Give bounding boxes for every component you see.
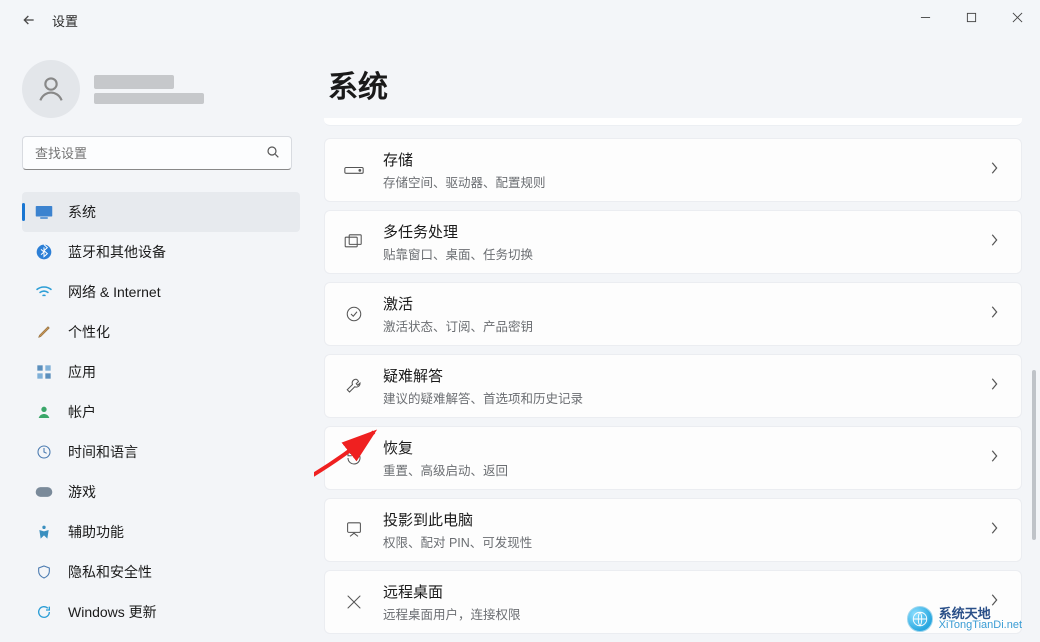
clock-globe-icon (34, 442, 54, 462)
card-subtitle: 远程桌面用户，连接权限 (383, 604, 989, 623)
card-subtitle: 建议的疑难解答、首选项和历史记录 (383, 388, 989, 407)
profile-name-redacted (94, 75, 204, 104)
sidebar-item-label: 系统 (68, 202, 96, 222)
brush-icon (34, 322, 54, 342)
scrollbar-track[interactable] (1030, 160, 1036, 628)
maximize-button[interactable] (948, 0, 994, 34)
card-title: 激活 (383, 293, 989, 314)
sidebar-item-bluetooth[interactable]: 蓝牙和其他设备 (22, 232, 300, 272)
sidebar-item-label: 帐户 (68, 402, 96, 422)
scrollbar-thumb[interactable] (1032, 370, 1036, 540)
system-item-storage[interactable]: 存储 存储空间、驱动器、配置规则 (324, 138, 1022, 202)
sidebar-item-apps[interactable]: 应用 (22, 352, 300, 392)
sidebar-item-network[interactable]: 网络 & Internet (22, 272, 300, 312)
close-button[interactable] (994, 0, 1040, 34)
system-item-activation[interactable]: 激活 激活状态、订阅、产品密钥 (324, 282, 1022, 346)
card-title: 多任务处理 (383, 221, 989, 242)
sidebar-item-accessibility[interactable]: 辅助功能 (22, 512, 300, 552)
sidebar-item-system[interactable]: 系统 (22, 192, 300, 232)
card-subtitle: 贴靠窗口、桌面、任务切换 (383, 244, 989, 263)
project-icon (343, 522, 365, 538)
nav-list: 系统 蓝牙和其他设备 网络 & Internet (22, 192, 300, 632)
sidebar-item-label: 时间和语言 (68, 442, 138, 462)
system-item-troubleshoot[interactable]: 疑难解答 建议的疑难解答、首选项和历史记录 (324, 354, 1022, 418)
apps-icon (34, 362, 54, 382)
sidebar-item-windows-update[interactable]: Windows 更新 (22, 592, 300, 632)
sidebar-item-label: 网络 & Internet (68, 282, 161, 302)
multitask-icon (343, 234, 365, 250)
update-icon (34, 602, 54, 622)
chevron-right-icon (989, 305, 999, 324)
sidebar-item-label: 个性化 (68, 322, 110, 342)
sidebar-item-privacy[interactable]: 隐私和安全性 (22, 552, 300, 592)
top-divider (324, 118, 1022, 126)
storage-icon (343, 164, 365, 176)
profile-block[interactable] (22, 60, 300, 118)
card-title: 恢复 (383, 437, 989, 458)
card-subtitle: 重置、高级启动、返回 (383, 460, 989, 479)
main-pane: 系统 存储 存储空间、驱动器、配置规则 多任务处理 贴靠窗口、桌面、任务 (314, 40, 1040, 642)
page-title: 系统 (324, 62, 1022, 106)
sidebar-item-time-language[interactable]: 时间和语言 (22, 432, 300, 472)
sidebar-item-gaming[interactable]: 游戏 (22, 472, 300, 512)
display-icon (34, 202, 54, 222)
accessibility-icon (34, 522, 54, 542)
back-button[interactable] (18, 9, 40, 31)
chevron-right-icon (989, 233, 999, 252)
system-item-project[interactable]: 投影到此电脑 权限、配对 PIN、可发现性 (324, 498, 1022, 562)
sidebar-item-label: 应用 (68, 362, 96, 382)
chevron-right-icon (989, 161, 999, 180)
system-item-multitasking[interactable]: 多任务处理 贴靠窗口、桌面、任务切换 (324, 210, 1022, 274)
person-icon (34, 402, 54, 422)
sidebar: 系统 蓝牙和其他设备 网络 & Internet (0, 40, 314, 642)
sidebar-item-label: 辅助功能 (68, 522, 124, 542)
avatar (22, 60, 80, 118)
wifi-icon (34, 282, 54, 302)
card-title: 存储 (383, 149, 989, 170)
shield-icon (34, 562, 54, 582)
activation-icon (343, 305, 365, 323)
title-bar: 设置 (0, 0, 1040, 40)
search-icon (265, 144, 281, 165)
sidebar-item-label: 游戏 (68, 482, 96, 502)
card-subtitle: 存储空间、驱动器、配置规则 (383, 172, 989, 191)
chevron-right-icon (989, 521, 999, 540)
card-subtitle: 激活状态、订阅、产品密钥 (383, 316, 989, 335)
system-item-recovery[interactable]: 恢复 重置、高级启动、返回 (324, 426, 1022, 490)
gaming-icon (34, 482, 54, 502)
search-input[interactable] (22, 136, 292, 170)
sidebar-item-accounts[interactable]: 帐户 (22, 392, 300, 432)
sidebar-item-label: Windows 更新 (68, 602, 157, 622)
sidebar-item-personalization[interactable]: 个性化 (22, 312, 300, 352)
card-title: 投影到此电脑 (383, 509, 989, 530)
bluetooth-icon (34, 242, 54, 262)
window-title: 设置 (52, 11, 78, 30)
watermark-text-2: XiTongTianDi.net (939, 620, 1022, 631)
wrench-icon (343, 377, 365, 395)
card-title: 疑难解答 (383, 365, 989, 386)
chevron-right-icon (989, 449, 999, 468)
card-subtitle: 权限、配对 PIN、可发现性 (383, 532, 989, 551)
chevron-right-icon (989, 377, 999, 396)
watermark-globe-icon (907, 606, 933, 632)
watermark: 系统天地 XiTongTianDi.net (901, 604, 1028, 634)
remote-icon (343, 593, 365, 611)
recovery-icon (343, 449, 365, 467)
card-title: 远程桌面 (383, 581, 989, 602)
sidebar-item-label: 隐私和安全性 (68, 562, 152, 582)
search-container (22, 136, 292, 170)
sidebar-item-label: 蓝牙和其他设备 (68, 242, 166, 262)
minimize-button[interactable] (902, 0, 948, 34)
